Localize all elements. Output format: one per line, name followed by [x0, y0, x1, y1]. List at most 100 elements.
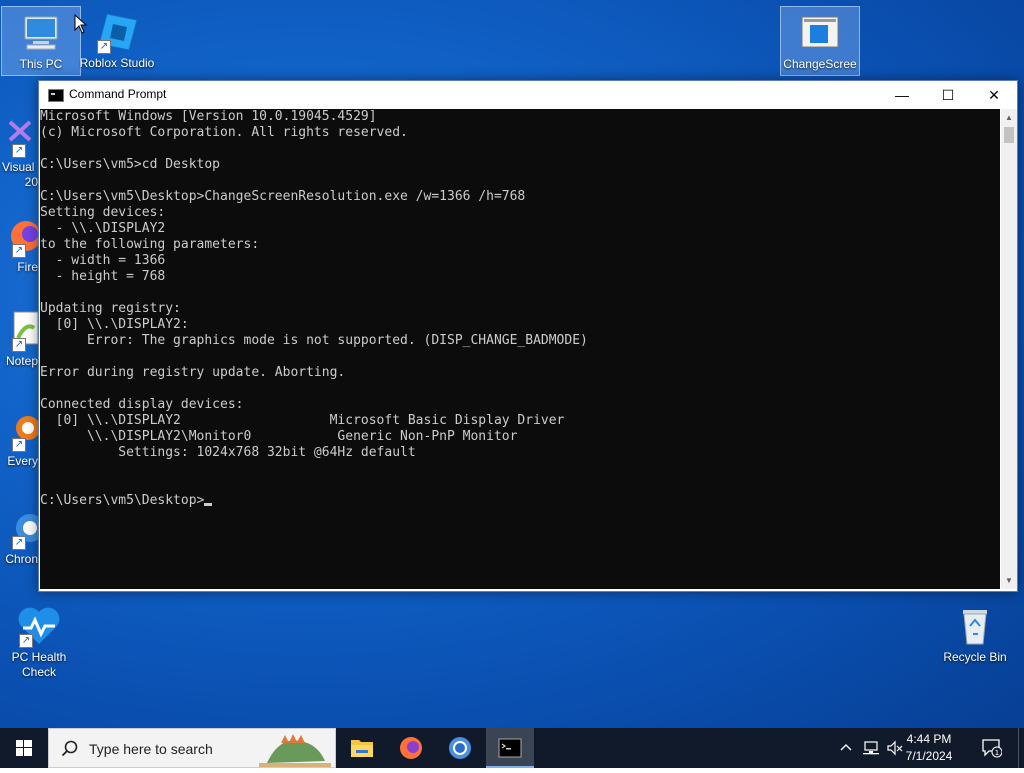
notepad-icon: ↗	[8, 308, 39, 352]
command-prompt-window[interactable]: Command Prompt — ☐ ✕ Microsoft Windows […	[38, 80, 1018, 592]
maximize-button[interactable]: ☐	[925, 81, 971, 109]
chrome-icon: ↗	[8, 506, 44, 550]
firefox-icon: ↗	[8, 214, 41, 258]
desktop-icon-label: ChangeScree	[783, 57, 857, 71]
computer-icon	[19, 11, 63, 55]
console-line: - \\.\DISPLAY2	[40, 221, 166, 236]
desktop-icon-label: Recycle Bin	[943, 650, 1007, 664]
minimize-button[interactable]: —	[879, 81, 925, 109]
shortcut-arrow-icon: ↗	[97, 40, 111, 54]
desktop-icon-chrome[interactable]: ↗ Chron	[0, 502, 44, 567]
desktop-icon-label: 20	[24, 175, 38, 189]
desktop-icon-label: Visual	[2, 160, 35, 174]
shortcut-arrow-icon: ↗	[19, 634, 33, 648]
desktop-icon-changescreenresolution[interactable]: ChangeScree	[780, 6, 860, 76]
console-line: (c) Microsoft Corporation. All rights re…	[40, 125, 408, 140]
scroll-down-arrow-icon[interactable]: ▼	[1001, 572, 1017, 589]
console-line: C:\Users\vm5>cd Desktop	[40, 157, 221, 172]
console-line: Connected display devices:	[40, 397, 244, 412]
desktop-icon-this-pc[interactable]: This PC	[1, 6, 81, 76]
desktop-icon-pc-health-check[interactable]: ↗ PC Health Check	[0, 600, 78, 680]
folder-icon	[351, 740, 373, 757]
chevron-up-icon	[840, 744, 852, 751]
desktop-icon-label: Roblox Studio	[79, 56, 155, 70]
desktop-icon-label: Chron	[5, 552, 38, 566]
console-line: Error: The graphics mode is not supporte…	[40, 333, 588, 348]
start-button[interactable]	[0, 728, 48, 768]
close-button[interactable]: ✕	[971, 81, 1017, 109]
network-icon	[863, 741, 879, 755]
console-line: \\.\DISPLAY2\Monitor0 Generic Non-PnP Mo…	[40, 429, 518, 444]
console-prompt: C:\Users\vm5\Desktop>	[40, 493, 205, 508]
console-line: [0] \\.\DISPLAY2 Microsoft Basic Display…	[40, 413, 565, 428]
desktop-icon-roblox-studio[interactable]: ↗ Roblox Studio	[78, 6, 156, 71]
dinosaur-illustration-icon	[259, 734, 331, 767]
chrome-icon	[449, 737, 471, 759]
console-lines: Microsoft Windows [Version 10.0.19045.45…	[40, 109, 1000, 493]
console-line: - width = 1366	[40, 253, 166, 268]
console-output[interactable]: Microsoft Windows [Version 10.0.19045.45…	[40, 109, 1000, 589]
clock-time[interactable]: 4:44 PM	[894, 732, 964, 746]
shortcut-arrow-icon: ↗	[12, 438, 26, 452]
network-status-button[interactable]	[862, 740, 880, 756]
scroll-up-arrow-icon[interactable]: ▲	[1001, 109, 1017, 126]
notification-icon: 1	[982, 739, 1003, 758]
action-center-button[interactable]: 1	[980, 738, 1003, 758]
windows-logo-icon	[16, 740, 32, 756]
shortcut-arrow-icon: ↗	[12, 144, 26, 158]
console-line: Updating registry:	[40, 301, 181, 316]
desktop-icon-label: PC Health Check	[11, 650, 67, 679]
desktop-icon-recycle-bin[interactable]: Recycle Bin	[936, 600, 1014, 665]
mouse-pointer-icon	[74, 13, 88, 39]
desktop-icon-visual-studio[interactable]: ↗ Visual 20	[0, 110, 38, 190]
desktop-icon-firefox[interactable]: ↗ Fire	[0, 210, 41, 275]
svg-text:1: 1	[995, 749, 999, 757]
desktop: This PC ↗ Roblox Studio ChangeScree ↗ Vi…	[0, 0, 1024, 728]
taskbar-chrome[interactable]	[436, 728, 484, 768]
desktop-icon-label: Every	[7, 454, 38, 468]
shortcut-arrow-icon: ↗	[12, 244, 26, 258]
desktop-icon-notepad[interactable]: ↗ Notep	[0, 304, 39, 369]
window-titlebar[interactable]: Command Prompt — ☐ ✕	[39, 81, 1017, 109]
console-line: - height = 768	[40, 269, 166, 284]
taskbar-command-prompt[interactable]	[486, 728, 534, 768]
console-line: Error during registry update. Aborting.	[40, 365, 346, 380]
roblox-studio-icon: ↗	[95, 10, 139, 54]
desktop-icon-label: Fire	[17, 260, 38, 274]
console-line: C:\Users\vm5\Desktop>ChangeScreenResolut…	[40, 189, 526, 204]
show-desktop-button[interactable]	[1018, 728, 1024, 768]
show-hidden-icons-button[interactable]	[838, 740, 854, 756]
firefox-icon	[400, 737, 422, 759]
console-line: Setting devices:	[40, 205, 166, 220]
desktop-icon-everything[interactable]: ↗ Every	[0, 404, 40, 469]
console-line: Settings: 1024x768 32bit @64Hz default	[40, 445, 416, 460]
taskbar-search-box[interactable]: Type here to search	[48, 728, 336, 768]
command-prompt-icon	[498, 738, 522, 758]
scrollbar-thumb[interactable]	[1004, 127, 1014, 143]
window-title: Command Prompt	[69, 87, 167, 101]
desktop-icon-label: This PC	[19, 57, 63, 71]
visual-studio-icon: ↗	[6, 114, 36, 158]
vertical-scrollbar[interactable]: ▲ ▼	[1001, 109, 1017, 589]
console-prompt-line[interactable]: C:\Users\vm5\Desktop>	[40, 493, 1000, 509]
taskbar-file-explorer[interactable]	[338, 728, 386, 768]
recycle-bin-icon	[953, 604, 997, 648]
console-line: Microsoft Windows [Version 10.0.19045.45…	[40, 109, 377, 124]
desktop-icon-label: Notep	[5, 354, 38, 368]
everything-search-icon: ↗	[8, 408, 40, 452]
changescreen-app-icon	[798, 11, 842, 55]
taskbar-firefox[interactable]	[387, 728, 435, 768]
console-line: to the following parameters:	[40, 237, 260, 252]
command-prompt-icon	[48, 89, 64, 102]
taskbar: Type here to search 4:44 PM 7/1/2024 1	[0, 728, 1024, 768]
heart-pulse-icon: ↗	[17, 604, 61, 648]
clock-date[interactable]: 7/1/2024	[894, 749, 964, 763]
search-placeholder: Type here to search	[89, 741, 213, 757]
